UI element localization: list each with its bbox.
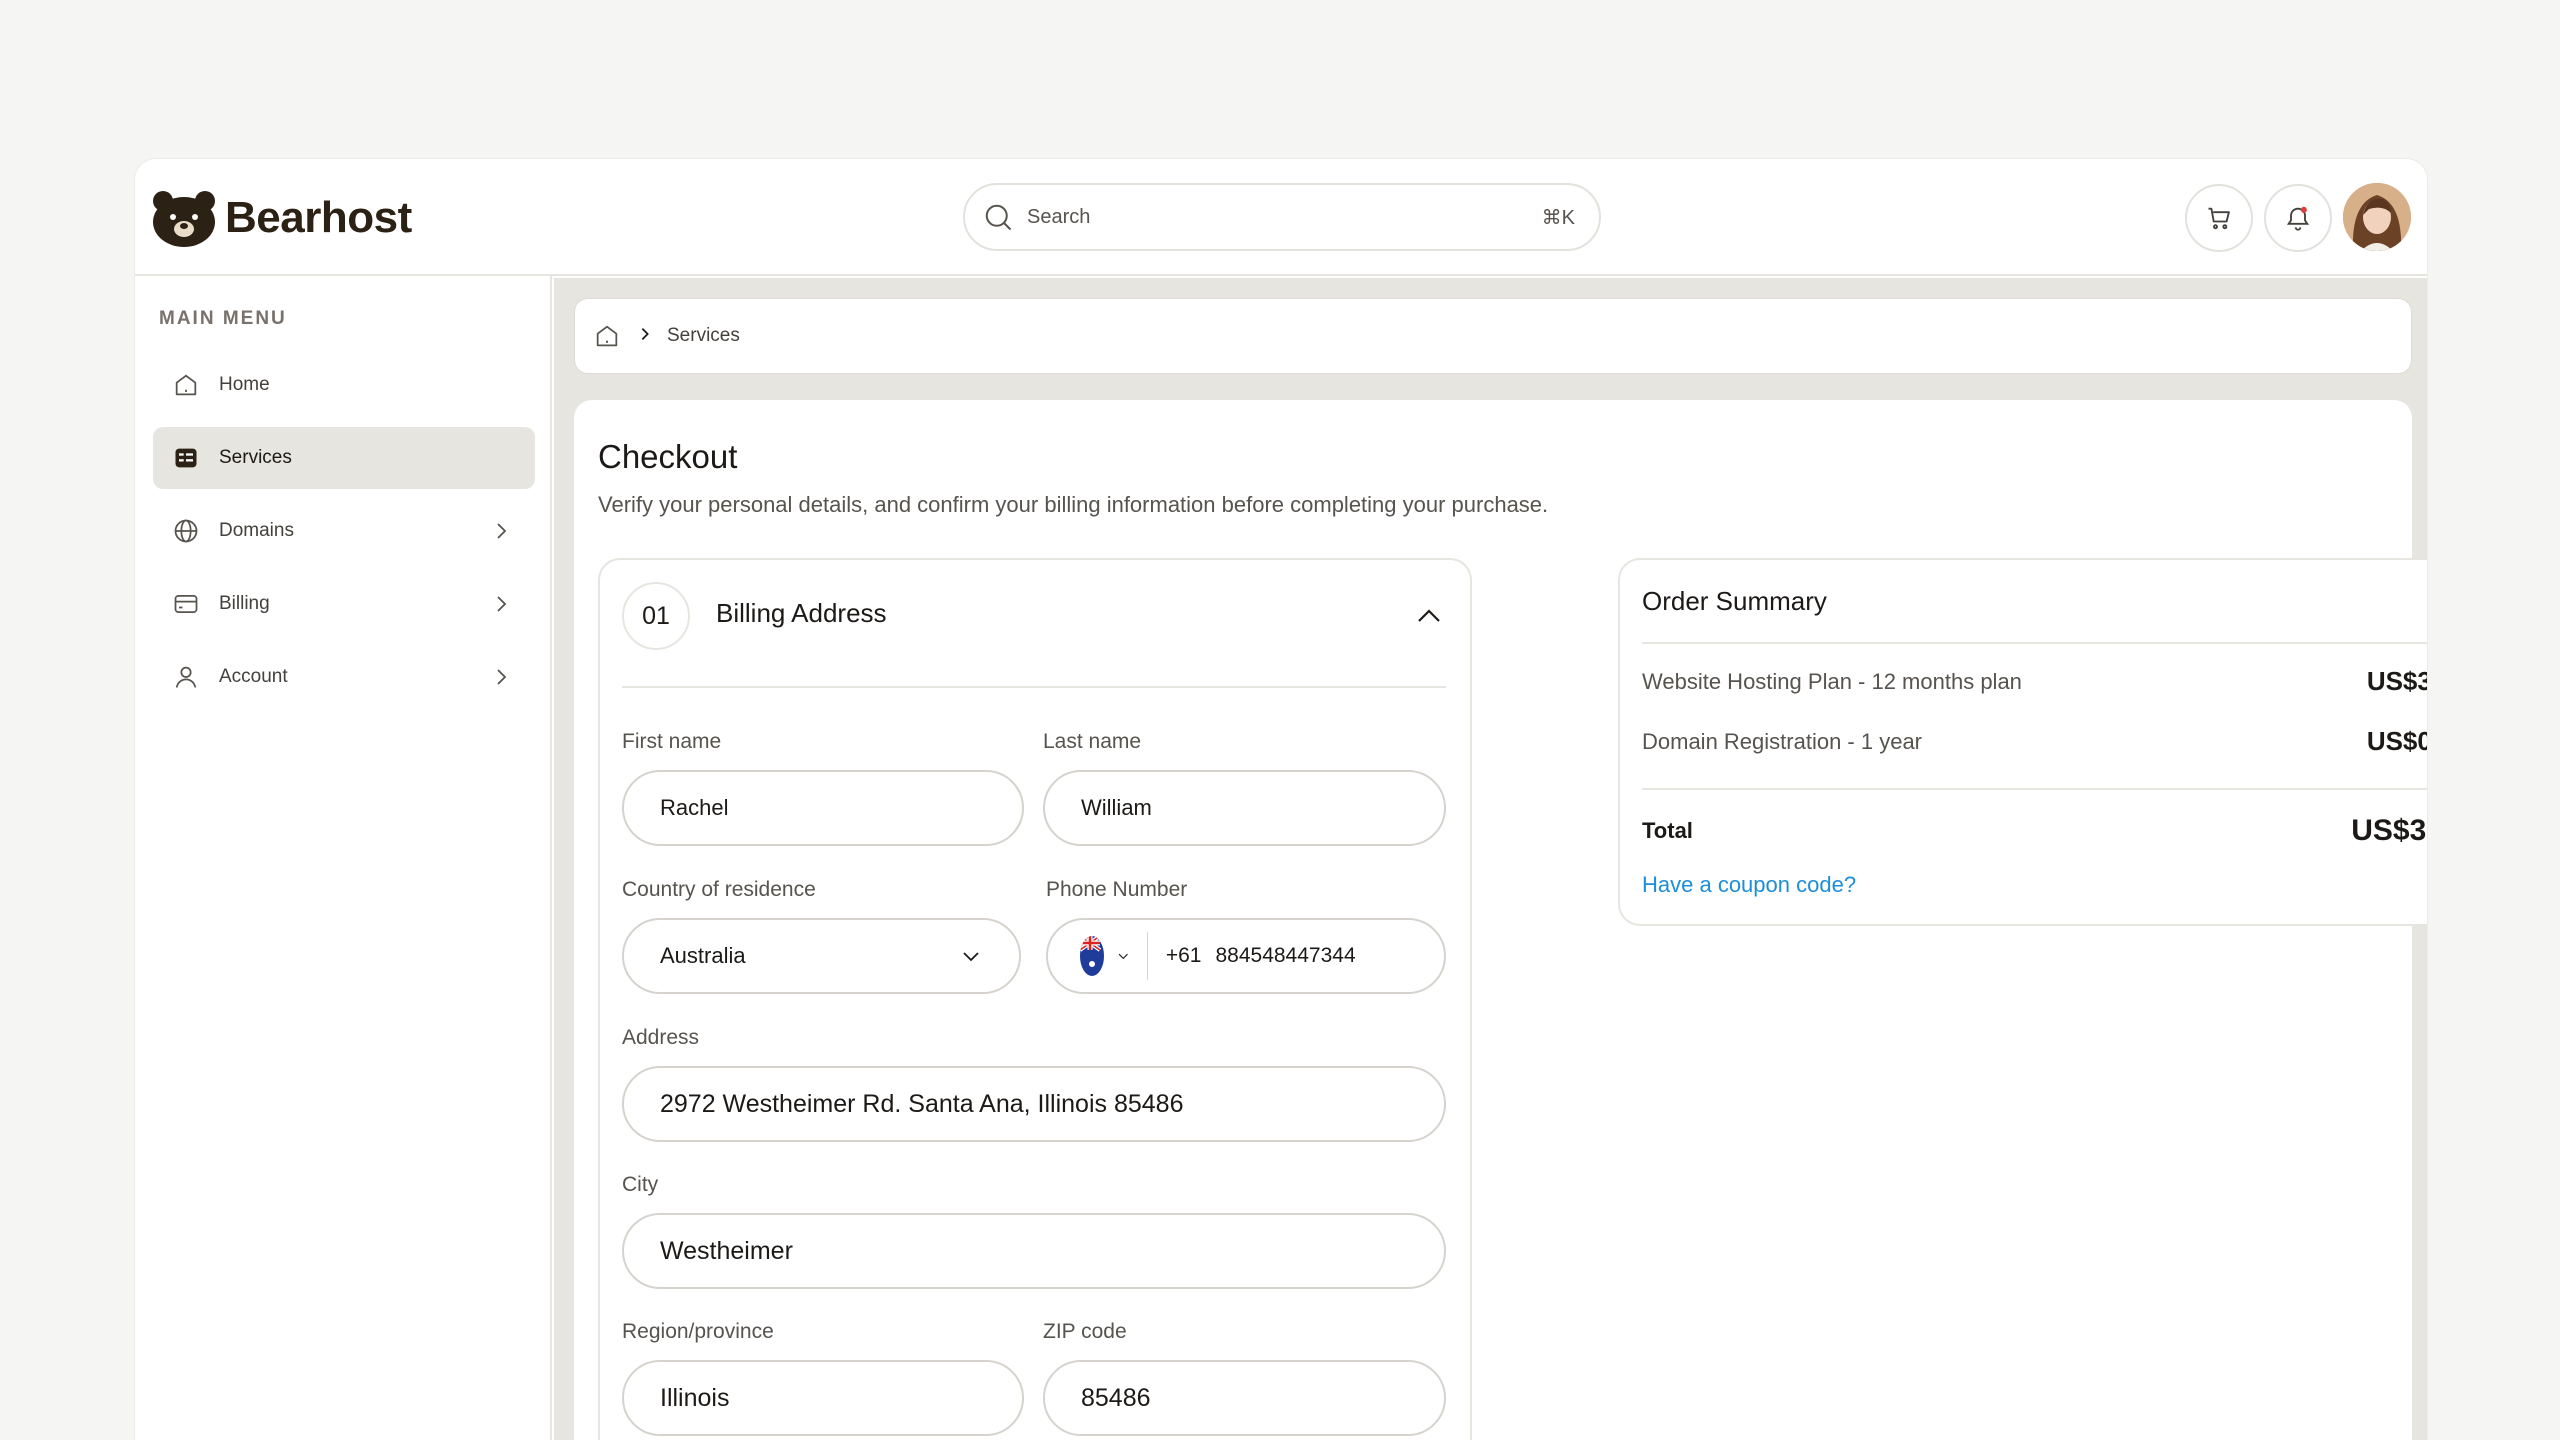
address-input[interactable]	[660, 1089, 1408, 1119]
sidebar-item-label: Services	[219, 447, 292, 468]
country-select[interactable]: Australia	[622, 918, 1021, 994]
summary-total-row: Total US$3.99	[1642, 814, 2427, 848]
globe-icon	[171, 516, 201, 546]
zip-input[interactable]	[1081, 1383, 1408, 1413]
breadcrumb-separator	[637, 326, 653, 347]
search-bar[interactable]: ⌘K	[963, 183, 1601, 251]
bell-icon	[2286, 206, 2310, 231]
address-field[interactable]	[622, 1066, 1446, 1142]
home-icon	[171, 370, 201, 400]
first-name-label: First name	[622, 730, 722, 753]
chevron-down-icon[interactable]	[1116, 944, 1131, 968]
phone-country-code: +61	[1165, 944, 1202, 967]
search-shortcut: ⌘K	[1541, 206, 1575, 229]
zip-label: ZIP code	[1043, 1320, 1127, 1343]
phone-field[interactable]: +61	[1046, 918, 1446, 994]
sidebar-item-billing[interactable]: Billing	[153, 573, 535, 635]
first-name-input[interactable]	[660, 795, 986, 821]
coupon-code-link[interactable]: Have a coupon code?	[1642, 872, 1856, 898]
city-field[interactable]	[622, 1213, 1446, 1289]
summary-line-item: Domain Registration - 1 year US$0.00	[1642, 726, 2427, 757]
phone-label: Phone Number	[1046, 878, 1188, 901]
region-field[interactable]	[622, 1360, 1024, 1436]
home-icon[interactable]	[593, 322, 621, 350]
main-area: Services Checkout Verify your personal d…	[554, 278, 2427, 1440]
sidebar-item-label: Billing	[219, 593, 270, 614]
sidebar-item-label: Account	[219, 666, 288, 687]
brand-name: Bearhost	[225, 193, 412, 242]
breadcrumb: Services	[574, 298, 2412, 374]
line-item-name: Domain Registration - 1 year	[1642, 728, 1923, 754]
order-summary-title: Order Summary	[1642, 586, 1827, 616]
total-label: Total	[1642, 818, 1693, 843]
user-icon	[171, 662, 201, 692]
chevron-right-icon	[497, 523, 507, 539]
cart-button[interactable]	[2185, 184, 2253, 252]
sidebar-item-label: Home	[219, 374, 270, 395]
main-menu-title: MAIN MENU	[159, 308, 287, 329]
chevron-right-icon	[497, 669, 507, 685]
bear-logo-icon	[153, 191, 215, 247]
total-value: US$3.99	[2351, 814, 2427, 847]
billing-section-title: Billing Address	[716, 598, 887, 628]
sidebar-item-domains[interactable]: Domains	[153, 500, 535, 562]
country-label: Country of residence	[622, 878, 816, 901]
chevron-up-icon[interactable]	[1414, 604, 1444, 628]
city-input[interactable]	[660, 1236, 1408, 1266]
brand-logo[interactable]: Bearhost	[151, 189, 412, 247]
chevron-right-icon	[497, 596, 507, 612]
divider	[622, 686, 1446, 688]
notifications-button[interactable]	[2264, 184, 2332, 252]
page-title: Checkout	[598, 438, 738, 475]
first-name-field[interactable]	[622, 770, 1024, 846]
line-item-name: Website Hosting Plan - 12 months plan	[1642, 668, 2022, 694]
sidebar-item-account[interactable]: Account	[153, 646, 535, 708]
order-summary-card: Order Summary Website Hosting Plan - 12 …	[1618, 558, 2427, 926]
sidebar-item-home[interactable]: Home	[153, 354, 535, 416]
app-window: Bearhost ⌘K	[134, 158, 2428, 1440]
page-subtitle: Verify your personal details, and confir…	[598, 492, 1549, 517]
last-name-label: Last name	[1043, 730, 1142, 753]
sidebar: MAIN MENU Home Services Domains Billing …	[135, 276, 552, 1440]
australia-flag-icon[interactable]	[1080, 936, 1105, 976]
divider	[1642, 788, 2427, 790]
chevron-down-icon	[963, 952, 979, 962]
summary-line-item: Website Hosting Plan - 12 months plan US…	[1642, 666, 2427, 697]
checkout-panel: Checkout Verify your personal details, a…	[574, 400, 2427, 1440]
step-number: 01	[622, 582, 690, 650]
cart-icon	[2208, 207, 2230, 230]
line-item-price: US$3.99	[2366, 666, 2427, 696]
billing-address-card: 01 Billing Address First name Last name …	[598, 558, 1472, 1440]
credit-card-icon	[171, 589, 201, 619]
sidebar-item-label: Domains	[219, 520, 294, 541]
search-icon	[985, 204, 1012, 231]
country-value: Australia	[660, 943, 746, 968]
last-name-field[interactable]	[1043, 770, 1446, 846]
divider	[1146, 932, 1148, 980]
search-input[interactable]	[1027, 205, 1542, 229]
zip-field[interactable]	[1043, 1360, 1446, 1436]
services-icon	[171, 443, 201, 473]
user-avatar[interactable]	[2343, 183, 2411, 251]
last-name-input[interactable]	[1081, 795, 1408, 821]
region-input[interactable]	[660, 1383, 986, 1413]
address-label: Address	[622, 1026, 700, 1049]
avatar-image	[2343, 183, 2411, 251]
region-label: Region/province	[622, 1320, 774, 1343]
chevron-right-icon	[641, 327, 649, 340]
divider	[1642, 642, 2427, 644]
top-bar: Bearhost ⌘K	[135, 159, 2427, 276]
breadcrumb-current: Services	[667, 325, 740, 346]
sidebar-item-services[interactable]: Services	[153, 427, 535, 489]
phone-number-input[interactable]	[1215, 944, 1422, 968]
city-label: City	[622, 1173, 659, 1196]
line-item-price: US$0.00	[2366, 726, 2427, 756]
